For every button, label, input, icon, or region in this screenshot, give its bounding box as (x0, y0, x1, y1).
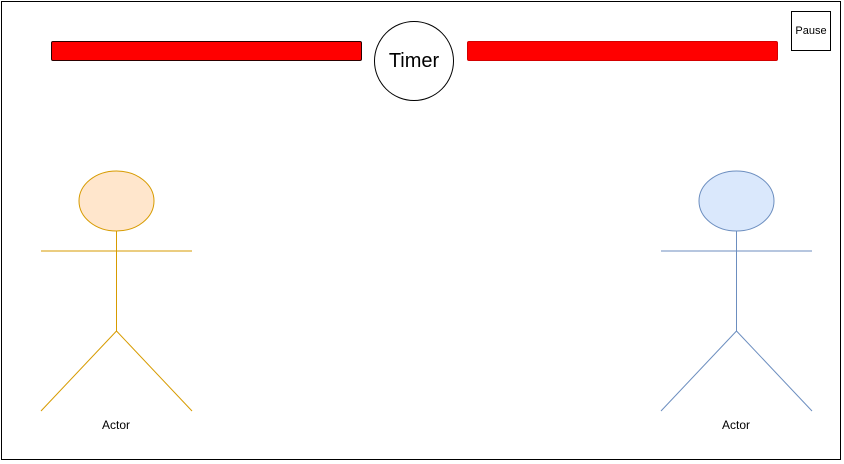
player-1-right-leg (116, 330, 193, 412)
player-2-left-leg (660, 330, 737, 412)
player-1-left-leg (40, 330, 117, 412)
timer-label: Timer (388, 49, 440, 72)
player-2-head (698, 170, 775, 232)
round-timer: Timer (374, 21, 454, 101)
player-1-head (78, 170, 155, 232)
player-1-health-bar (51, 41, 362, 61)
player-2-health-bar (467, 41, 778, 61)
pause-button[interactable]: Pause (791, 11, 831, 51)
pause-label: Pause (795, 25, 827, 37)
player-2-label: Actor (721, 418, 750, 432)
player-1-actor (40, 170, 193, 412)
player-1-label: Actor (101, 418, 130, 432)
player-2-actor (660, 170, 813, 412)
player-2-right-leg (736, 330, 813, 412)
